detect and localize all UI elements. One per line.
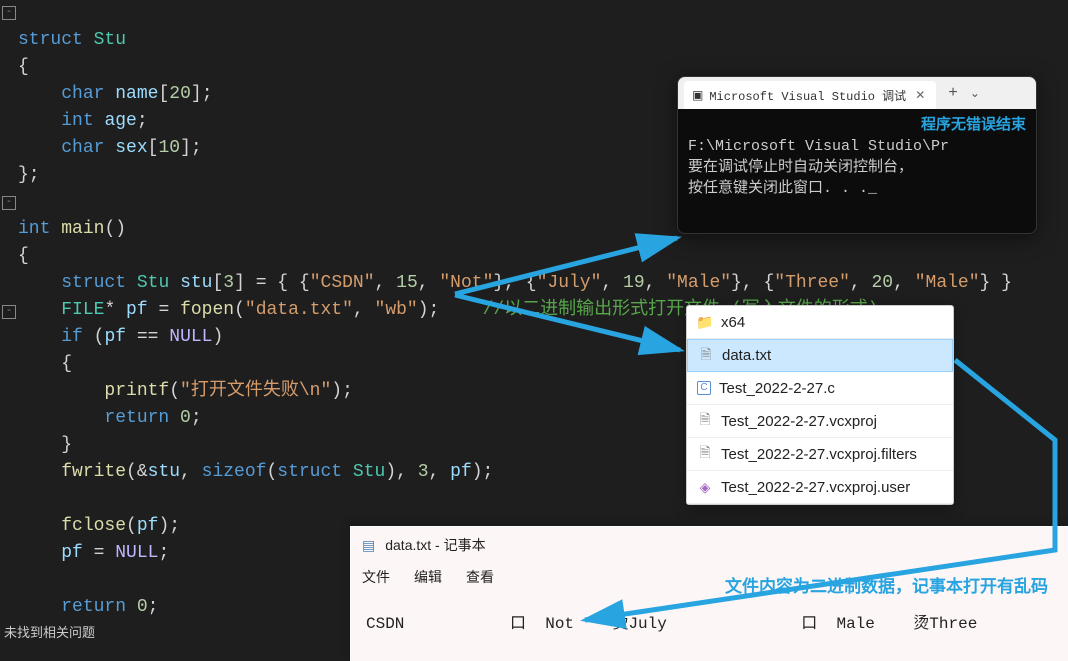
type-name: Stu xyxy=(94,30,126,50)
notepad-titlebar[interactable]: ▤ data.txt - 记事本 xyxy=(350,527,1068,563)
list-item[interactable]: 📁 x64 xyxy=(687,306,953,339)
status-bar: 未找到相关问题 xyxy=(0,620,99,640)
file-label: Test_2022-2-27.c xyxy=(719,380,835,397)
close-icon[interactable]: ✕ xyxy=(912,88,928,103)
notepad-title: data.txt - 记事本 xyxy=(385,535,485,555)
c-file-icon: C xyxy=(697,381,711,395)
fn-main: main xyxy=(61,219,104,239)
file-explorer[interactable]: 📁 x64 🗎 data.txt C Test_2022-2-27.c 🗎 Te… xyxy=(686,305,954,505)
notepad-content[interactable]: CSDN 口 Not 烫July 口 Male 烫Three 口 Male 烫 xyxy=(350,591,1068,651)
menu-file[interactable]: 文件 xyxy=(362,567,390,587)
fold-icon[interactable]: - xyxy=(2,6,16,20)
file-label: data.txt xyxy=(722,347,771,364)
terminal-body: 程序无错误结束 F:\Microsoft Visual Studio\Pr 要在… xyxy=(678,109,1036,205)
file-icon: 🗎 xyxy=(698,348,714,364)
terminal-line: 按任意键关闭此窗口. . ._ xyxy=(688,178,1026,199)
list-item[interactable]: 🗎 Test_2022-2-27.vcxproj xyxy=(687,405,953,438)
notepad-icon: ▤ xyxy=(362,537,375,554)
terminal-icon: ▣ xyxy=(692,88,703,103)
keyword: struct xyxy=(18,30,83,50)
terminal-tab-title: Microsoft Visual Studio 调试 xyxy=(709,87,906,104)
notepad-window[interactable]: ▤ data.txt - 记事本 文件 编辑 查看 文件内容为二进制数据，记事本… xyxy=(350,526,1068,661)
file-label: Test_2022-2-27.vcxproj.filters xyxy=(721,446,917,463)
menu-edit[interactable]: 编辑 xyxy=(414,567,442,587)
list-item[interactable]: 🗎 data.txt xyxy=(687,339,953,372)
file-label: x64 xyxy=(721,314,745,331)
file-label: Test_2022-2-27.vcxproj xyxy=(721,413,877,430)
file-label: Test_2022-2-27.vcxproj.user xyxy=(721,479,910,496)
chevron-down-icon[interactable]: ⌄ xyxy=(970,86,980,101)
fold-icon[interactable]: - xyxy=(2,196,16,210)
terminal-window[interactable]: ▣ Microsoft Visual Studio 调试 ✕ + ⌄ 程序无错误… xyxy=(677,76,1037,234)
list-item[interactable]: ◈ Test_2022-2-27.vcxproj.user xyxy=(687,471,953,504)
list-item[interactable]: C Test_2022-2-27.c xyxy=(687,372,953,405)
file-icon: 🗎 xyxy=(697,413,713,429)
terminal-annotation: 程序无错误结束 xyxy=(688,115,1026,136)
new-tab-icon[interactable]: + xyxy=(948,84,958,102)
vs-icon: ◈ xyxy=(697,479,713,495)
file-icon: 🗎 xyxy=(697,446,713,462)
folder-icon: 📁 xyxy=(697,314,713,330)
terminal-titlebar[interactable]: ▣ Microsoft Visual Studio 调试 ✕ + ⌄ xyxy=(678,77,1036,109)
terminal-tab[interactable]: ▣ Microsoft Visual Studio 调试 ✕ xyxy=(684,81,936,109)
menu-view[interactable]: 查看 xyxy=(466,567,494,587)
terminal-line: F:\Microsoft Visual Studio\Pr xyxy=(688,136,1026,157)
terminal-line: 要在调试停止时自动关闭控制台， xyxy=(688,157,1026,178)
fold-icon[interactable]: - xyxy=(2,305,16,319)
notepad-annotation: 文件内容为二进制数据，记事本打开有乱码 xyxy=(725,572,1048,597)
list-item[interactable]: 🗎 Test_2022-2-27.vcxproj.filters xyxy=(687,438,953,471)
